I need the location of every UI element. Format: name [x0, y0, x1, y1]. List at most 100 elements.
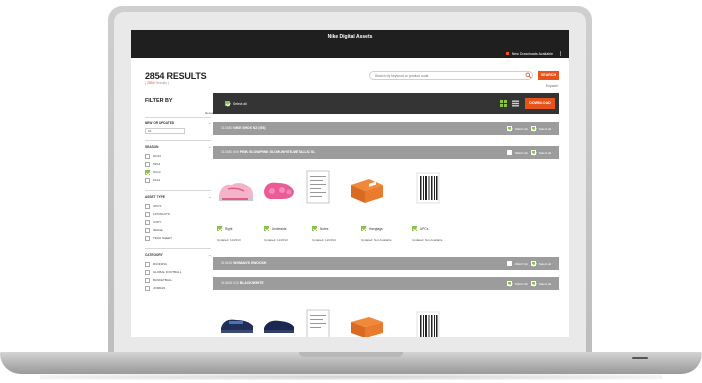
asset-type-label: Notes: [320, 226, 329, 231]
checkbox-checked[interactable]: [225, 101, 230, 106]
divider: [560, 51, 561, 56]
filter-option[interactable]: IMAGE: [145, 226, 211, 234]
chevron-icon[interactable]: –: [209, 145, 211, 149]
shoe-underside-thumbnail[interactable]: [260, 173, 298, 205]
checkbox-checked[interactable]: [530, 150, 536, 155]
checkbox-checked[interactable]: [412, 226, 417, 231]
divider: [145, 248, 211, 249]
filter-group-season: SEASON – HO13 SP14 SU14 FA14: [145, 145, 211, 184]
select-label: Select all: [538, 261, 551, 266]
search-button[interactable]: SEARCH: [538, 71, 559, 80]
filter-group-header[interactable]: NEW OR UPDATED –: [145, 121, 211, 126]
checkbox[interactable]: [145, 269, 150, 275]
filter-option[interactable]: TECH SHEET: [145, 234, 211, 242]
product-group-bar[interactable]: 313480 609 PINK GLOW/PINK GLOW-WHITE-MET…: [213, 146, 559, 159]
date-filter-field[interactable]: All: [145, 128, 185, 134]
checkbox[interactable]: [145, 161, 150, 167]
group-code: 313618 010: [221, 281, 239, 285]
notes-document-thumbnail[interactable]: [303, 169, 333, 207]
asset-select[interactable]: Right: [217, 226, 232, 231]
sandal-thumbnail[interactable]: [218, 312, 256, 336]
filter-option[interactable]: FA14: [145, 176, 211, 184]
filter-option[interactable]: RUNNING: [145, 260, 211, 268]
search-input[interactable]: [369, 71, 533, 80]
checkbox-checked[interactable]: [506, 281, 512, 286]
grid-view-icon[interactable]: [500, 100, 507, 107]
search-icon[interactable]: [525, 72, 532, 79]
filter-option[interactable]: UPCS: [145, 202, 211, 210]
filter-option[interactable]: HO13: [145, 152, 211, 160]
checkbox[interactable]: [145, 235, 150, 241]
barcode-thumbnail[interactable]: [415, 171, 441, 205]
asset-select[interactable]: UPCs: [412, 226, 428, 231]
group-name: BLACK/WHITE: [239, 281, 264, 285]
checkbox[interactable]: [145, 153, 150, 159]
filter-group-header[interactable]: SEASON –: [145, 145, 211, 150]
filter-group-header[interactable]: CATEGORY –: [145, 253, 211, 258]
filter-option[interactable]: LP/ONLOTS: [145, 210, 211, 218]
updated-label: Updated:: [412, 238, 425, 242]
product-group-bar[interactable]: 313618 WOMAN'S SWOOSH Watch list Select …: [213, 257, 559, 270]
shoe-right-thumbnail[interactable]: [216, 173, 256, 205]
shoebox-thumbnail[interactable]: [347, 175, 385, 205]
updated-value: Not Available: [374, 238, 392, 242]
chevron-icon[interactable]: –: [209, 253, 211, 257]
product-group-bar[interactable]: 313480 NIKE SHOX NZ (GS) Watch list Sele…: [213, 122, 559, 135]
checkbox-checked[interactable]: [264, 226, 269, 231]
filter-option[interactable]: GLOBAL FOOTBALL: [145, 268, 211, 276]
checkbox-checked[interactable]: [217, 226, 222, 231]
filter-group-asset-type: ASSET TYPE – UPCS LP/ONLOTS COPY IMAGE T…: [145, 195, 211, 242]
group-code: 313618: [221, 261, 233, 265]
checkbox-checked[interactable]: [530, 126, 536, 131]
watch-label: Watch list: [514, 150, 528, 155]
checkbox[interactable]: [506, 261, 512, 266]
filter-group-header[interactable]: ASSET TYPE –: [145, 195, 211, 200]
shoebox-thumbnail[interactable]: [347, 314, 385, 337]
checkbox-checked[interactable]: [312, 226, 317, 231]
filter-option[interactable]: SU14: [145, 168, 211, 176]
group-controls: Watch list Select all: [506, 126, 551, 131]
checkbox[interactable]: [145, 219, 150, 225]
checkbox[interactable]: [506, 150, 512, 155]
checkbox[interactable]: [145, 211, 150, 217]
updated-label: Updated:: [312, 238, 325, 242]
downloads-notice[interactable]: New Downloads Available: [505, 51, 561, 56]
group-label: 313480 609 PINK GLOW/PINK GLOW-WHITE-MET…: [221, 150, 315, 154]
checkbox[interactable]: [145, 277, 150, 283]
checkbox-checked[interactable]: [530, 281, 536, 286]
filter-option[interactable]: BASKETBALL: [145, 276, 211, 284]
asset-select[interactable]: Underside: [264, 226, 287, 231]
checkbox[interactable]: [145, 285, 150, 291]
updated-value: 11/2013: [277, 238, 288, 242]
select-all-control[interactable]: Select all: [225, 101, 247, 106]
sandal-side-thumbnail[interactable]: [260, 312, 298, 336]
reset-link[interactable]: Reset: [205, 111, 213, 115]
asset-select[interactable]: Hangtags: [361, 226, 383, 231]
chevron-icon[interactable]: –: [209, 121, 211, 125]
checkbox-checked[interactable]: [145, 169, 150, 175]
filter-option[interactable]: JORDAN: [145, 284, 211, 292]
chevron-icon[interactable]: –: [209, 195, 211, 199]
list-view-icon[interactable]: [512, 100, 519, 107]
group-code: 313480 609: [221, 150, 239, 154]
checkbox[interactable]: [145, 261, 150, 267]
checkbox[interactable]: [145, 203, 150, 209]
divider: [145, 140, 211, 141]
asset-type-label: Hangtags: [369, 226, 383, 231]
checkbox-checked[interactable]: [530, 261, 536, 266]
filter-group-label: SEASON: [145, 145, 159, 149]
product-group-bar[interactable]: 313618 010 BLACK/WHITE Watch list Select…: [213, 277, 559, 290]
checkbox-checked[interactable]: [361, 226, 366, 231]
checkbox-checked[interactable]: [506, 126, 512, 131]
barcode-thumbnail[interactable]: [415, 310, 441, 337]
notes-document-thumbnail[interactable]: [303, 308, 333, 337]
download-button[interactable]: DOWNLOAD: [525, 98, 555, 109]
group-name: WOMAN'S SWOOSH: [233, 261, 267, 265]
expand-link[interactable]: Expand: [546, 84, 558, 88]
checkbox[interactable]: [145, 177, 150, 183]
checkbox[interactable]: [145, 227, 150, 233]
filter-option[interactable]: COPY: [145, 218, 211, 226]
asset-select[interactable]: Notes: [312, 226, 328, 231]
group-controls: Watch list Select all: [506, 261, 551, 266]
filter-option[interactable]: SP14: [145, 160, 211, 168]
